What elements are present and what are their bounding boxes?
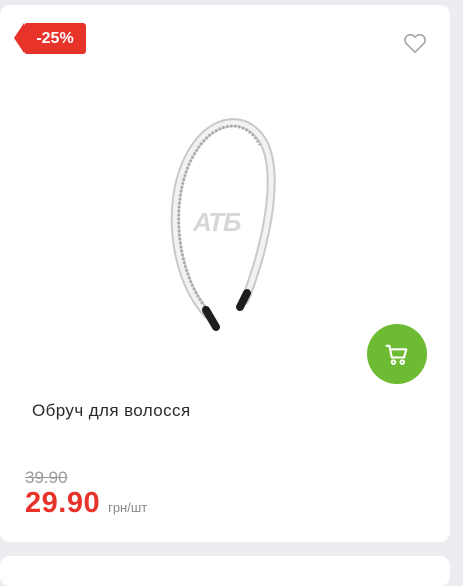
product-title[interactable]: Обруч для волосся xyxy=(32,401,191,421)
cart-icon xyxy=(385,344,408,365)
brand-watermark: АТБ xyxy=(193,207,241,237)
price-unit: грн/шт xyxy=(108,500,148,515)
add-to-cart-button[interactable] xyxy=(367,324,427,384)
current-price: 29.90 xyxy=(25,487,101,519)
price-row: 29.90 грн/шт xyxy=(25,487,147,520)
favorite-button[interactable] xyxy=(402,30,428,56)
next-product-card[interactable] xyxy=(0,556,450,586)
heart-outline-icon xyxy=(404,33,426,54)
discount-badge: -25% xyxy=(14,23,86,54)
old-price: 39.90 xyxy=(25,468,68,487)
product-card[interactable]: -25% АТБ Обруч для волосся 39.90 29.90 г… xyxy=(0,5,450,542)
